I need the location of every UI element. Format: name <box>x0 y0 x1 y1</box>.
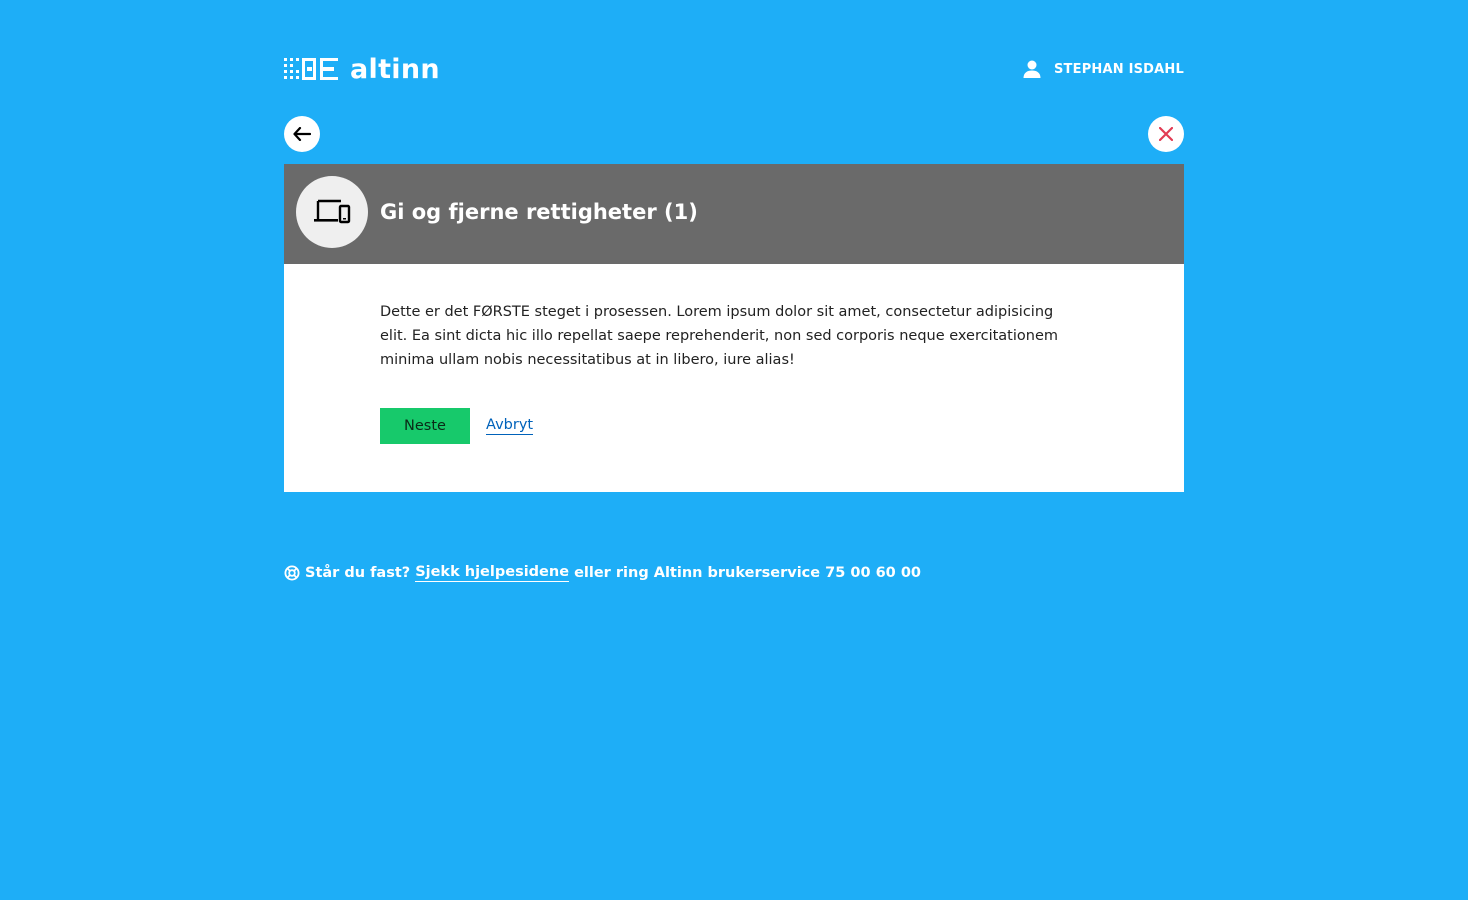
modal-title: Gi og fjerne rettigheter (1) <box>380 200 698 224</box>
altinn-logo[interactable]: altinn <box>284 56 440 83</box>
lifebuoy-icon <box>284 565 300 581</box>
modal-dialog: Gi og fjerne rettigheter (1) Dette er de… <box>284 164 1184 492</box>
cancel-link[interactable]: Avbryt <box>486 417 534 435</box>
modal-description: Dette er det FØRSTE steget i prosessen. … <box>380 304 1059 368</box>
top-header: altinn STEPHAN ISDAHL <box>284 52 1184 86</box>
help-prefix: Står du fast? <box>305 565 411 581</box>
altinn-logo-mark <box>284 58 338 80</box>
next-button[interactable]: Neste <box>380 408 470 444</box>
modal-body: Dette er det FØRSTE steget i prosessen. … <box>284 264 1184 492</box>
page: altinn STEPHAN ISDAHL Gi og fjerne retti… <box>0 0 1468 900</box>
help-footer: Står du fast? Sjekk hjelpesidene eller r… <box>284 564 1184 582</box>
logo-text: altinn <box>350 53 440 85</box>
close-button[interactable] <box>1148 116 1184 152</box>
user-name: STEPHAN ISDAHL <box>1053 61 1184 77</box>
help-pages-link[interactable]: Sjekk hjelpesidene <box>415 564 570 582</box>
modal-icon-badge <box>296 176 368 248</box>
modal-actions: Neste Avbryt <box>380 408 534 444</box>
close-icon <box>1159 127 1173 141</box>
modal-nav <box>284 116 1184 152</box>
person-icon <box>1023 60 1041 78</box>
devices-icon <box>314 199 351 224</box>
back-button[interactable] <box>284 116 320 152</box>
help-suffix: eller ring Altinn brukerservice 75 00 60… <box>574 565 921 581</box>
arrow-left-icon <box>293 127 311 141</box>
modal-header: Gi og fjerne rettigheter (1) <box>284 164 1184 264</box>
user-menu[interactable]: STEPHAN ISDAHL <box>1022 59 1184 79</box>
